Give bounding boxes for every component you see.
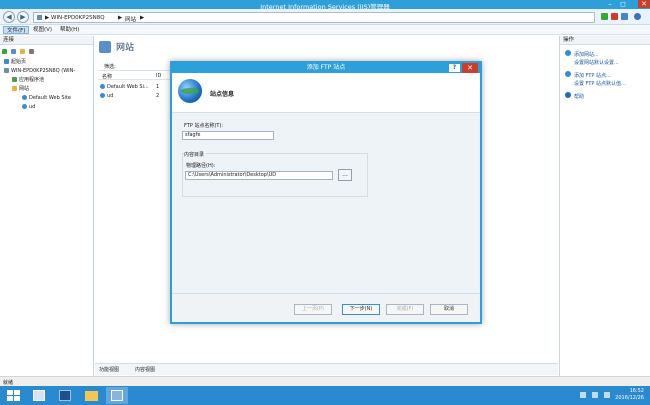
filter-label: 筛选: (104, 64, 116, 70)
physical-path-label: 物理路径(H): (186, 163, 216, 169)
app-pool-icon (12, 77, 17, 82)
tab-content-view[interactable]: 内容视图 (135, 366, 155, 373)
address-breadcrumb[interactable]: ▶ WIN-EPD0KP2SN8Q ▶ 网站 ▶ (33, 12, 595, 23)
tree-app-pools[interactable]: 应用程序池 (12, 77, 44, 84)
site-name-input[interactable]: sfagfe (182, 131, 274, 140)
tree-start-page[interactable]: 起始页 (4, 59, 26, 66)
iis-manager-icon[interactable] (106, 387, 128, 404)
connect-server-icon[interactable] (28, 49, 34, 54)
dialog-help-button[interactable]: ? (449, 64, 460, 72)
breadcrumb-separator: ▶ (140, 15, 145, 21)
folder-icon[interactable] (19, 49, 25, 54)
connect-icon[interactable] (2, 49, 7, 54)
action-ftp-defaults[interactable]: 设置 FTP 站点默认值... (574, 80, 626, 87)
previous-button[interactable]: 上一页(P) (294, 304, 332, 315)
action-site-defaults[interactable]: 设置网站默认设置... (574, 59, 619, 66)
dialog-close-button[interactable]: ✕ (462, 63, 478, 73)
menu-file[interactable]: 文件(F) (3, 26, 30, 34)
network-icon[interactable] (592, 392, 598, 398)
cancel-button[interactable]: 取消 (430, 304, 468, 315)
explorer-icon[interactable] (80, 387, 102, 404)
tree-site-ud[interactable]: ud (22, 104, 35, 111)
powershell-icon[interactable] (54, 387, 76, 404)
breadcrumb-sites[interactable]: 网站 (125, 15, 136, 23)
server-icon (4, 68, 9, 73)
browse-button[interactable]: ... (338, 169, 352, 181)
close-window-button[interactable]: ✕ (638, 0, 650, 8)
tree-server[interactable]: WIN-EPD0KP2SN8Q (WIN- (4, 68, 75, 75)
volume-icon[interactable] (604, 392, 610, 398)
column-header: 名称 ID (98, 72, 170, 80)
tray-arrow-icon[interactable] (580, 392, 586, 398)
site-name-label: FTP 站点名称(T): (184, 123, 224, 129)
tree-sites[interactable]: 网站 (12, 86, 29, 93)
page-title: 网站 (116, 43, 135, 53)
tab-features-view[interactable]: 功能视图 (99, 366, 119, 373)
menu-bar: 文件(F) 视图(V) 帮助(H) (0, 25, 650, 35)
save-icon[interactable] (10, 49, 16, 54)
action-add-site[interactable]: 添加网站... (574, 51, 599, 58)
globe-icon (100, 93, 105, 98)
server-manager-icon[interactable] (28, 387, 50, 404)
filter-bar[interactable]: 筛选: (98, 62, 170, 71)
maximize-button[interactable]: ◻ (617, 0, 629, 8)
column-id[interactable]: ID (156, 73, 161, 79)
actions-header: 操作 (560, 36, 650, 45)
table-row[interactable]: Default Web Si... 1 (100, 84, 159, 90)
sites-icon (99, 41, 111, 53)
actions-panel: 操作 添加网站... 设置网站默认设置... 添加 FTP 站点... 设置 F… (559, 36, 650, 376)
tree-default-web-site[interactable]: Default Web Site (22, 95, 71, 102)
dialog-title: 添加 FTP 站点 (172, 63, 480, 73)
add-ftp-site-dialog: 添加 FTP 站点 ? ✕ 站点信息 FTP 站点名称(T): sfagfe 内… (170, 61, 482, 324)
dialog-footer: 上一页(P) 下一步(N) 完成(F) 取消 (172, 293, 480, 322)
dialog-body: FTP 站点名称(T): sfagfe 内容目录 物理路径(H): C:\Use… (172, 113, 480, 293)
connections-header: 连接 (0, 36, 93, 45)
connections-panel: 连接 起始页 WIN-EPD0KP2SN8Q (WIN- 应用程序池 网站 De… (0, 36, 94, 376)
status-text: 就绪 (3, 380, 14, 386)
help-icon[interactable] (634, 13, 641, 20)
globe-icon (22, 104, 27, 109)
dialog-header: 站点信息 (172, 73, 480, 113)
breadcrumb-separator: ▶ (45, 15, 50, 21)
clock[interactable]: 16:52 2016/12/26 (615, 388, 644, 402)
menu-help[interactable]: 帮助(H) (57, 26, 82, 34)
window-titlebar: Internet Information Services (IIS)管理器 –… (0, 0, 650, 11)
connections-toolbar (2, 48, 36, 55)
breadcrumb-separator: ▶ (118, 15, 123, 21)
clock-time: 16:52 (629, 388, 644, 394)
stop-icon[interactable] (611, 13, 618, 20)
taskbar: 16:52 2016/12/26 (0, 386, 650, 405)
breadcrumb-server[interactable]: WIN-EPD0KP2SN8Q (51, 15, 105, 21)
globe-icon (178, 79, 202, 103)
menu-view[interactable]: 视图(V) (30, 26, 55, 34)
forward-button[interactable]: ▶ (17, 11, 29, 23)
physical-path-input[interactable]: C:\Users\Administrator\Desktop\UD (185, 171, 333, 180)
view-tabs: 功能视图 内容视图 (95, 363, 558, 375)
help-icon (565, 92, 571, 98)
add-site-icon (565, 50, 571, 56)
home-icon[interactable] (621, 13, 628, 20)
start-page-icon (4, 59, 9, 64)
clock-date: 2016/12/26 (615, 395, 644, 401)
windows-start-icon[interactable] (3, 387, 25, 404)
action-add-ftp-site[interactable]: 添加 FTP 站点... (574, 72, 611, 79)
globe-icon (22, 95, 27, 100)
globe-icon (100, 84, 105, 89)
column-name[interactable]: 名称 (102, 73, 112, 80)
finish-button[interactable]: 完成(F) (386, 304, 424, 315)
server-icon (37, 15, 42, 20)
next-button[interactable]: 下一步(N) (342, 304, 380, 315)
refresh-icon[interactable] (601, 13, 608, 20)
status-bar: 就绪 (0, 376, 650, 386)
address-bar: ◀ ▶ ▶ WIN-EPD0KP2SN8Q ▶ 网站 ▶ (0, 9, 650, 25)
minimize-button[interactable]: – (604, 0, 616, 8)
content-directory-label: 内容目录 (184, 151, 207, 158)
sites-folder-icon (12, 86, 17, 91)
add-ftp-icon (565, 71, 571, 77)
action-help[interactable]: 帮助 (574, 93, 584, 100)
dialog-heading: 站点信息 (210, 91, 235, 98)
back-button[interactable]: ◀ (3, 11, 15, 23)
table-row[interactable]: ud 2 (100, 93, 159, 99)
